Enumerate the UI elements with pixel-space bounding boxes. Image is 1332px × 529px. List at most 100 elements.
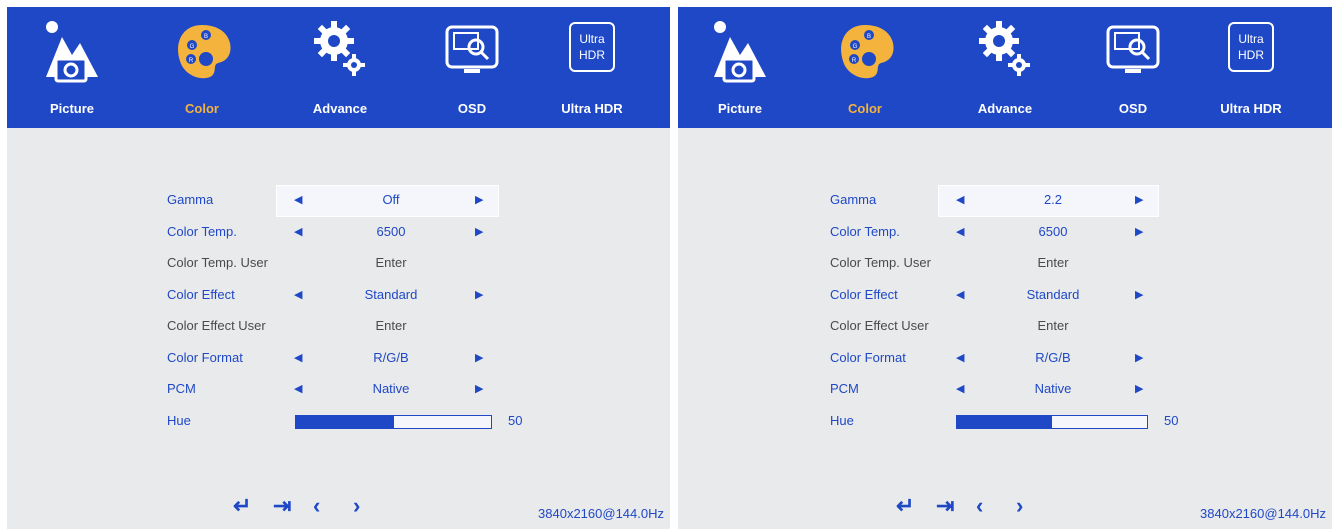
menu-label: Color Format <box>167 349 243 365</box>
svg-text:G: G <box>853 44 858 50</box>
menu-value: 6500 <box>1038 223 1068 239</box>
chevron-left-icon[interactable]: ‹ <box>313 493 320 519</box>
arrow-left-icon[interactable]: ◀ <box>956 374 964 404</box>
menu-row-color-effect-user[interactable]: Color Effect User Enter <box>830 311 1155 341</box>
picture-icon <box>42 15 102 95</box>
svg-text:Ultra: Ultra <box>1238 32 1264 46</box>
tab-advance[interactable]: Advance <box>295 15 385 125</box>
menu-label: Color Temp. User <box>167 255 268 270</box>
menu-value: Off <box>382 192 400 207</box>
hue-slider[interactable] <box>956 414 1148 429</box>
menu-label: Gamma <box>167 192 214 207</box>
menu-label: Color Effect <box>167 286 235 302</box>
menu-label: Color Temp. User <box>830 255 931 270</box>
menu-row-gamma[interactable]: Gamma ◀ ▶ Off <box>167 185 495 215</box>
hue-slider[interactable] <box>295 414 492 429</box>
menu-value: 2.2 <box>1043 192 1063 207</box>
picture-icon <box>710 15 770 95</box>
menu-label: PCM <box>830 381 859 396</box>
top-tab-bar: Picture B G R Color Advance OSD Ultra HD… <box>678 7 1332 128</box>
arrow-right-icon[interactable]: ▶ <box>475 185 483 215</box>
arrow-left-icon[interactable]: ◀ <box>294 343 302 373</box>
arrow-left-icon[interactable]: ◀ <box>956 343 964 373</box>
chevron-left-icon[interactable]: ‹ <box>976 493 983 519</box>
tab-label: Color <box>185 101 219 116</box>
arrow-right-icon[interactable]: ▶ <box>1135 280 1143 310</box>
arrow-right-icon[interactable]: ▶ <box>475 280 483 310</box>
arrow-left-icon[interactable]: ◀ <box>294 374 302 404</box>
arrow-left-icon[interactable]: ◀ <box>956 217 964 247</box>
tab-label: OSD <box>1118 101 1148 116</box>
arrow-right-icon[interactable]: ▶ <box>475 343 483 373</box>
hue-value: 50 <box>1164 412 1179 428</box>
chevron-right-icon[interactable]: › <box>353 493 360 519</box>
tab-picture[interactable]: Picture <box>695 15 785 125</box>
arrow-left-icon[interactable]: ◀ <box>294 217 302 247</box>
tab-osd[interactable]: OSD <box>1088 15 1178 125</box>
palette-icon: B G R <box>172 15 232 95</box>
arrow-right-icon[interactable]: ▶ <box>1135 217 1143 247</box>
tab-label: Ultra HDR <box>561 101 623 116</box>
osd-panel-left: Picture B G R Color Advance OSD Ultra HD… <box>7 7 670 529</box>
tab-label: Advance <box>312 101 368 116</box>
svg-text:R: R <box>189 58 194 64</box>
menu-row-color-temp[interactable]: Color Temp. ◀ ▶ 6500 <box>167 217 495 247</box>
tab-osd[interactable]: OSD <box>427 15 517 125</box>
arrow-left-icon[interactable]: ◀ <box>956 185 964 215</box>
menu-label: Color Temp. <box>830 223 900 239</box>
enter-icon[interactable]: ↵ <box>233 493 251 519</box>
menu-label: Color Effect User <box>830 318 929 333</box>
menu-value: Standard <box>1026 286 1080 302</box>
enter-icon[interactable]: ↵ <box>896 493 914 519</box>
ultra-hdr-icon: Ultra HDR <box>1221 15 1281 95</box>
menu-row-color-effect[interactable]: Color Effect ◀ ▶ Standard <box>830 280 1155 310</box>
osd-monitor-icon <box>442 15 502 95</box>
menu-row-color-temp[interactable]: Color Temp. ◀ ▶ 6500 <box>830 217 1155 247</box>
tab-picture[interactable]: Picture <box>27 15 117 125</box>
arrow-left-icon[interactable]: ◀ <box>294 185 302 215</box>
tab-label: Picture <box>49 101 95 116</box>
svg-text:Ultra: Ultra <box>579 32 605 46</box>
arrow-right-icon[interactable]: ▶ <box>475 217 483 247</box>
hue-value: 50 <box>508 412 523 428</box>
menu-row-color-temp-user[interactable]: Color Temp. User Enter <box>167 248 495 278</box>
tab-label: Color <box>848 101 882 116</box>
menu-value: Native <box>372 381 410 396</box>
tab-color[interactable]: B G R Color <box>157 15 247 125</box>
menu-row-gamma[interactable]: Gamma ◀ ▶ 2.2 <box>830 185 1155 215</box>
menu-row-color-effect-user[interactable]: Color Effect User Enter <box>167 311 495 341</box>
menu-label: Color Temp. <box>167 223 237 239</box>
arrow-right-icon[interactable]: ▶ <box>1135 185 1143 215</box>
tab-advance[interactable]: Advance <box>960 15 1050 125</box>
menu-row-color-format[interactable]: Color Format ◀ ▶ R/G/B <box>830 343 1155 373</box>
arrow-right-icon[interactable]: ▶ <box>1135 374 1143 404</box>
hue-slider-fill <box>296 415 394 428</box>
tab-ultra-hdr[interactable]: Ultra HDR Ultra HDR <box>1206 15 1296 125</box>
menu-row-color-temp-user[interactable]: Color Temp. User Enter <box>830 248 1155 278</box>
gear-icon <box>975 15 1035 95</box>
menu-value: Native <box>1034 381 1072 396</box>
osd-panel-right: Picture B G R Color Advance OSD Ultra HD… <box>678 7 1332 529</box>
hue-slider-fill <box>957 415 1052 428</box>
menu-row-color-format[interactable]: Color Format ◀ ▶ R/G/B <box>167 343 495 373</box>
menu-value: Enter <box>1037 255 1069 270</box>
tab-color[interactable]: B G R Color <box>820 15 910 125</box>
exit-icon[interactable]: ⇥ <box>273 493 291 519</box>
gear-icon <box>310 15 370 95</box>
menu-label: PCM <box>167 381 196 396</box>
resolution-readout: 3840x2160@144.0Hz <box>1200 506 1326 521</box>
menu-value: Enter <box>375 318 407 333</box>
menu-label: Color Format <box>830 349 906 365</box>
arrow-right-icon[interactable]: ▶ <box>1135 343 1143 373</box>
osd-monitor-icon <box>1103 15 1163 95</box>
menu-row-color-effect[interactable]: Color Effect ◀ ▶ Standard <box>167 280 495 310</box>
menu-label: Hue <box>167 412 191 428</box>
arrow-right-icon[interactable]: ▶ <box>475 374 483 404</box>
menu-row-pcm[interactable]: PCM ◀ ▶ Native <box>167 374 495 404</box>
tab-ultra-hdr[interactable]: Ultra HDR Ultra HDR <box>547 15 637 125</box>
exit-icon[interactable]: ⇥ <box>936 493 954 519</box>
arrow-left-icon[interactable]: ◀ <box>956 280 964 310</box>
chevron-right-icon[interactable]: › <box>1016 493 1023 519</box>
arrow-left-icon[interactable]: ◀ <box>294 280 302 310</box>
menu-row-pcm[interactable]: PCM ◀ ▶ Native <box>830 374 1155 404</box>
